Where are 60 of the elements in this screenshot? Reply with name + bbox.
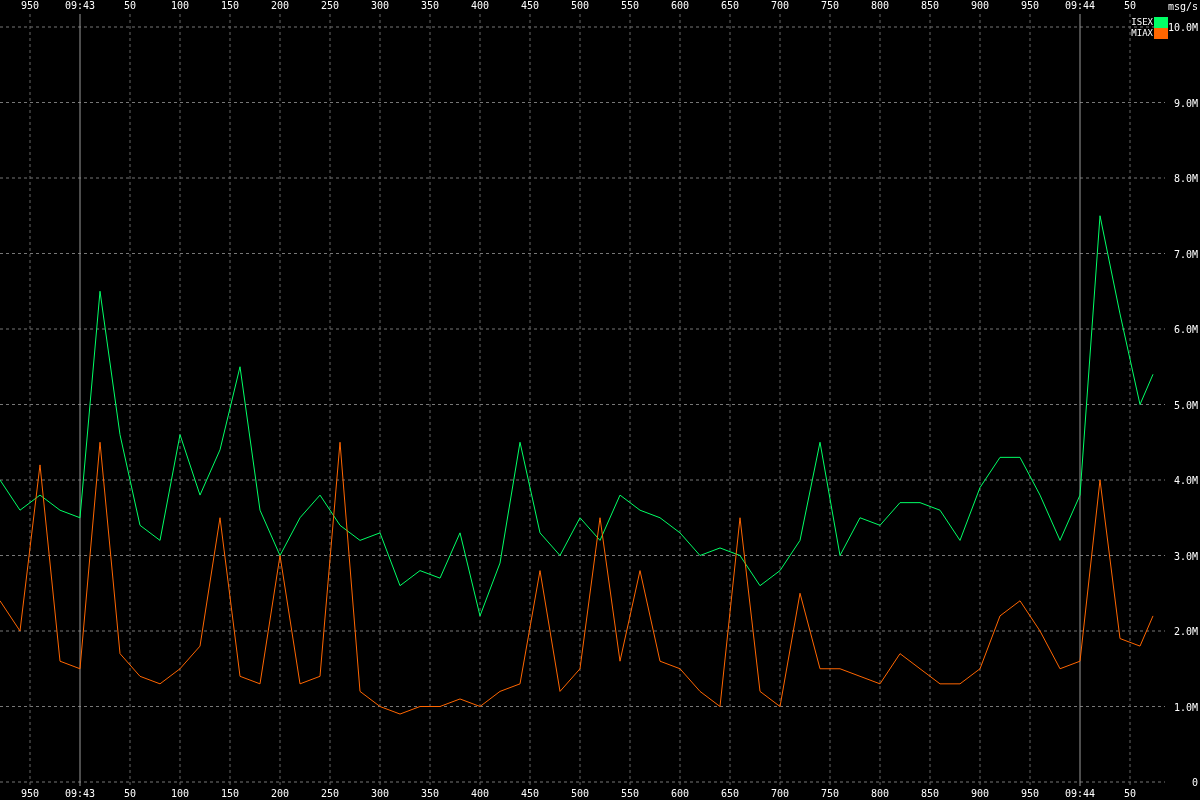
axis-tick-label: 250	[320, 0, 340, 11]
axis-tick-label: 900	[970, 788, 990, 799]
axis-tick-label: 350	[420, 0, 440, 11]
axis-tick-label: 9.0M	[1173, 97, 1198, 109]
axis-tick-label: 500	[570, 788, 590, 799]
axis-tick-label: 50	[1124, 0, 1136, 11]
axis-tick-label: 450	[520, 0, 540, 11]
axis-tick-label: 450	[520, 788, 540, 799]
axis-tick-label: 200	[270, 0, 290, 11]
legend-label: ISEX	[1131, 17, 1153, 27]
axis-tick-label: 750	[820, 0, 840, 11]
axis-tick-label: 400	[470, 0, 490, 11]
axis-tick-label: 750	[820, 788, 840, 799]
axis-tick-label: 50	[124, 788, 136, 799]
axis-tick-label: 550	[620, 788, 640, 799]
axis-tick-label: 09:43	[64, 0, 96, 11]
axis-tick-label: 950	[20, 0, 40, 11]
axis-tick-label: 650	[720, 0, 740, 11]
axis-tick-label: 50	[1124, 788, 1136, 799]
axis-tick-label: 3.0M	[1173, 550, 1198, 562]
axis-tick-label: 400	[470, 788, 490, 799]
axis-tick-label: 600	[670, 788, 690, 799]
axis-tick-label: 09:43	[64, 788, 96, 799]
axis-tick-label: 500	[570, 0, 590, 11]
legend-label: MIAX	[1131, 28, 1153, 38]
axis-tick-label: 350	[420, 788, 440, 799]
axis-tick-label: 50	[124, 0, 136, 11]
axis-tick-label: 8.0M	[1173, 173, 1198, 184]
axis-tick-label: 1.0M	[1173, 701, 1198, 713]
axis-tick-label: 300	[370, 0, 390, 11]
axis-tick-label: 6.0M	[1173, 324, 1198, 335]
axis-tick-label: 850	[920, 788, 940, 799]
axis-tick-label: 100	[170, 788, 190, 799]
axis-tick-label: 950	[1020, 788, 1040, 799]
axis-tick-label: 2.0M	[1173, 626, 1198, 637]
axis-tick-label: 300	[370, 788, 390, 799]
axis-tick-label: 250	[320, 788, 340, 799]
axis-tick-label: 950	[20, 788, 40, 799]
axis-tick-label: 0	[1191, 777, 1198, 788]
axis-tick-label: 7.0M	[1173, 248, 1198, 260]
axis-tick-label: 100	[170, 0, 190, 11]
axis-tick-label: 200	[270, 788, 290, 799]
axis-tick-label: 900	[970, 0, 990, 11]
axis-tick-label: 700	[770, 788, 790, 799]
axis-tick-label: 950	[1020, 0, 1040, 11]
axis-tick-label: 150	[220, 788, 240, 799]
axis-tick-label: 10.0M	[1167, 22, 1198, 33]
axis-tick-label: 4.0M	[1173, 475, 1198, 486]
axis-tick-label: 600	[670, 0, 690, 11]
axis-tick-label: 550	[620, 0, 640, 11]
axis-tick-label: 800	[870, 0, 890, 11]
axis-tick-label: 09:44	[1064, 0, 1096, 11]
axis-tick-label: 5.0M	[1173, 399, 1198, 411]
axis-tick-label: 09:44	[1064, 788, 1096, 799]
axis-title: msg/s	[1167, 1, 1198, 12]
axis-tick-label: 850	[920, 0, 940, 11]
axis-tick-label: 700	[770, 0, 790, 11]
axis-tick-label: 650	[720, 788, 740, 799]
axis-tick-label: 150	[220, 0, 240, 11]
axis-tick-label: 800	[870, 788, 890, 799]
